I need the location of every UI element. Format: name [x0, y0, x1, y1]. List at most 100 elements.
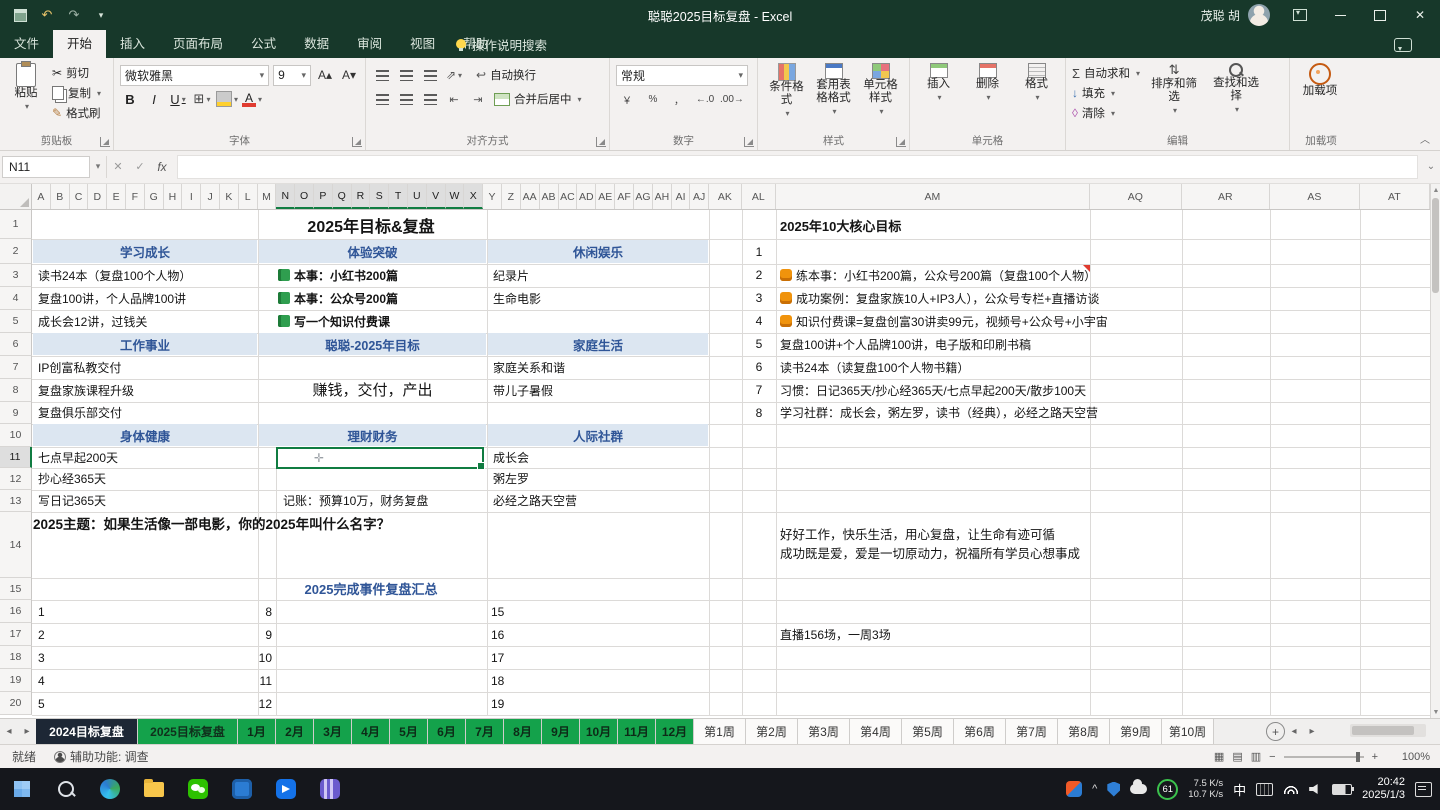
- select-all-corner[interactable]: [0, 184, 32, 210]
- row-header[interactable]: 14: [0, 512, 32, 578]
- row-header[interactable]: 13: [0, 490, 32, 512]
- increase-font-icon[interactable]: A▴: [315, 65, 335, 85]
- decrease-font-icon[interactable]: A▾: [339, 65, 359, 85]
- cell-header-finance[interactable]: 理财财务: [259, 424, 486, 446]
- cell-diary[interactable]: 写日记365天: [33, 490, 257, 511]
- cell-growth12[interactable]: 成长会12讲，过钱关: [33, 310, 257, 332]
- column-header[interactable]: L: [239, 184, 258, 209]
- selected-cell-N11[interactable]: ✛: [276, 447, 484, 469]
- customize-qat-button[interactable]: [89, 4, 113, 26]
- cell-core-index[interactable]: 6: [742, 355, 776, 378]
- cell-live-count[interactable]: 直播156场，一周3场: [780, 623, 1086, 645]
- sort-filter-button[interactable]: 排序和筛选: [1146, 63, 1202, 134]
- cell-header-work[interactable]: 工作事业: [33, 333, 257, 355]
- column-header[interactable]: M: [258, 184, 277, 209]
- row-header[interactable]: 4: [0, 287, 32, 310]
- column-header[interactable]: Q: [333, 184, 352, 209]
- maximize-button[interactable]: [1360, 0, 1400, 30]
- column-header[interactable]: C: [70, 184, 89, 209]
- name-box[interactable]: N11: [2, 156, 90, 178]
- bold-button[interactable]: B: [120, 89, 140, 109]
- cell-core-index[interactable]: 5: [742, 332, 776, 355]
- fill-button[interactable]: 填充: [1072, 83, 1140, 103]
- sheet-tab[interactable]: 6月: [428, 719, 466, 744]
- cell-core-goals-title[interactable]: 2025年10大核心目标: [780, 212, 1086, 238]
- row-header[interactable]: 17: [0, 623, 32, 646]
- conditional-formatting-button[interactable]: 条件格式: [764, 63, 809, 134]
- horizontal-scrollbar[interactable]: [1350, 724, 1426, 737]
- sheet-tab[interactable]: 11月: [618, 719, 656, 744]
- copy-button[interactable]: 复制: [52, 83, 101, 103]
- scroll-down-icon[interactable]: ▼: [1431, 706, 1440, 718]
- insert-cells-button[interactable]: 插入: [916, 63, 961, 134]
- cell-life-movie[interactable]: 生命电影: [488, 287, 708, 309]
- sheet-tab[interactable]: 2025目标复盘: [138, 719, 238, 744]
- tab-scroll-left-icon[interactable]: ◂: [1285, 719, 1303, 744]
- horizontal-scroll-thumb[interactable]: [1352, 726, 1414, 735]
- clear-button[interactable]: 清除: [1072, 103, 1140, 123]
- ribbon-display-options-button[interactable]: [1280, 0, 1320, 30]
- hidden-icons-chevron[interactable]: ^: [1092, 783, 1097, 795]
- sheet-tab[interactable]: 第8周: [1058, 719, 1110, 744]
- column-header[interactable]: F: [126, 184, 145, 209]
- undo-button[interactable]: [35, 4, 59, 26]
- sheet-tab[interactable]: 第9周: [1110, 719, 1162, 744]
- notification-center-icon[interactable]: [1415, 782, 1432, 797]
- row-header[interactable]: 15: [0, 578, 32, 600]
- sheet-tab[interactable]: 第6周: [954, 719, 1006, 744]
- cell-header-social[interactable]: 人际社群: [488, 424, 708, 446]
- clipboard-dialog-launcher-icon[interactable]: [100, 137, 110, 147]
- find-select-button[interactable]: 查找和选择: [1208, 63, 1264, 134]
- page-break-view-icon[interactable]: ▥: [1251, 750, 1261, 763]
- scroll-up-icon[interactable]: ▲: [1431, 184, 1440, 196]
- sheet-nav-right-icon[interactable]: ▸: [18, 719, 36, 744]
- row-header[interactable]: 16: [0, 600, 32, 623]
- sheet-tab[interactable]: 第1周: [694, 719, 746, 744]
- decrease-indent-icon[interactable]: [444, 89, 464, 109]
- row-header[interactable]: 1: [0, 210, 32, 239]
- cell-core-index[interactable]: 3: [742, 286, 776, 309]
- zoom-in-icon[interactable]: +: [1372, 751, 1378, 763]
- cell-redbook[interactable]: 本事：小红书200篇: [278, 264, 486, 286]
- column-header[interactable]: AF: [615, 184, 634, 209]
- volume-icon[interactable]: [1309, 784, 1322, 795]
- row-header[interactable]: 9: [0, 402, 32, 424]
- user-avatar[interactable]: [1248, 4, 1270, 26]
- cell-review-club[interactable]: 复盘俱乐部交付: [33, 402, 257, 423]
- cell-core-index[interactable]: 4: [742, 309, 776, 332]
- column-header[interactable]: N: [276, 184, 295, 209]
- wifi-icon[interactable]: [1283, 785, 1299, 794]
- tell-me-search[interactable]: 操作说明搜索: [436, 30, 547, 58]
- column-header[interactable]: AD: [577, 184, 596, 209]
- row-header[interactable]: 7: [0, 356, 32, 379]
- cell-account[interactable]: 记账：预算10万，财务复盘: [278, 490, 486, 511]
- cell-header-goal2025[interactable]: 聪聪-2025年目标: [259, 333, 486, 355]
- cell-family-course[interactable]: 复盘家族课程升级: [33, 379, 257, 401]
- cell-header-health[interactable]: 身体健康: [33, 424, 257, 446]
- underline-button[interactable]: U: [168, 89, 188, 109]
- keyboard-icon[interactable]: [1256, 783, 1273, 796]
- cell-core-index[interactable]: 8: [742, 401, 776, 424]
- number-format-button[interactable]: .00→: [720, 90, 744, 108]
- cell-list-index[interactable]: 10: [200, 646, 272, 669]
- orientation-button[interactable]: [444, 65, 464, 85]
- column-header[interactable]: P: [314, 184, 333, 209]
- borders-button[interactable]: [192, 89, 212, 109]
- wrap-text-button[interactable]: 自动换行: [476, 65, 536, 85]
- sheet-tab[interactable]: 第3周: [798, 719, 850, 744]
- cell-summary-title[interactable]: 2025完成事件复盘汇总: [33, 578, 709, 599]
- cell-core-goal-4[interactable]: 复盘100讲+个人品牌100讲，电子版和印刷书稿: [780, 333, 1086, 355]
- cell-core-goal-2[interactable]: 成功案例：复盘家族10人+IP3人），公众号专栏+直播访谈: [780, 287, 1086, 309]
- zoom-slider-thumb[interactable]: [1356, 752, 1360, 762]
- number-format-button[interactable]: ，: [668, 90, 690, 108]
- cell-reading[interactable]: 读书24本（复盘100个人物）: [33, 264, 257, 286]
- number-format-button[interactable]: ￥: [616, 90, 638, 108]
- cell-styles-button[interactable]: 单元格样式: [858, 63, 903, 134]
- sheet-tab[interactable]: 2月: [276, 719, 314, 744]
- cell-list-index[interactable]: 3: [38, 646, 98, 669]
- column-header[interactable]: AA: [521, 184, 540, 209]
- sheet-tab[interactable]: 第10周: [1162, 719, 1214, 744]
- cell-core-goal-3[interactable]: 知识付费课=复盘创富30讲卖99元，视频号+公众号+小宇宙: [780, 310, 1086, 332]
- column-header[interactable]: AR: [1182, 184, 1270, 209]
- accessibility-status[interactable]: 辅助功能: 调查: [54, 748, 149, 765]
